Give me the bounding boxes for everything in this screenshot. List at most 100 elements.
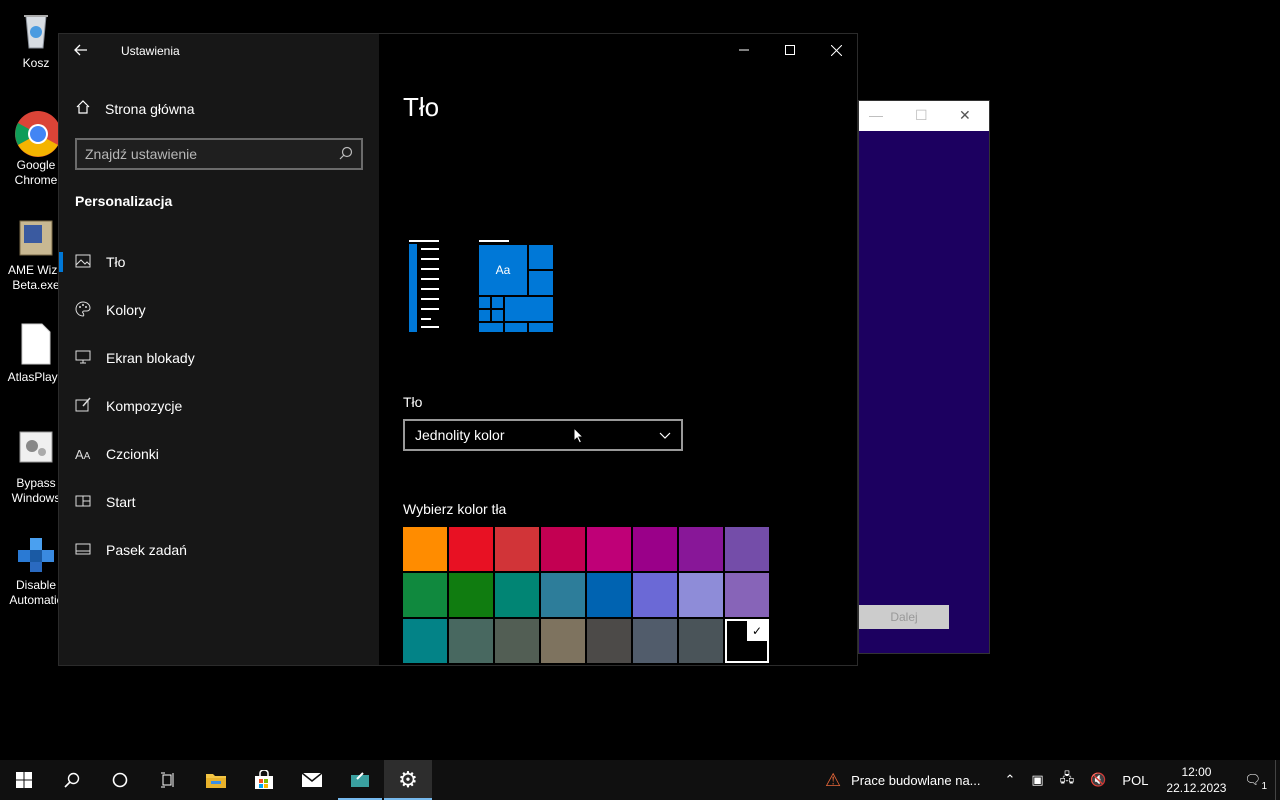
color-swatch[interactable] xyxy=(403,573,447,617)
file-explorer-button[interactable] xyxy=(192,760,240,800)
gear-icon: ⚙ xyxy=(398,767,418,792)
home-link[interactable]: Strona główna xyxy=(75,98,195,120)
color-swatch[interactable] xyxy=(541,619,585,663)
search-input[interactable] xyxy=(85,146,339,162)
brush-icon xyxy=(75,397,106,416)
news-text: Prace budowlane na... xyxy=(851,772,981,788)
volume-muted-icon[interactable]: 🔇 xyxy=(1090,772,1106,788)
image-icon xyxy=(75,254,106,271)
cortana-icon xyxy=(112,772,128,788)
sidebar: Ustawienia Strona główna Personalizacja xyxy=(59,34,379,665)
mail-icon xyxy=(301,772,323,787)
store-icon xyxy=(255,770,273,789)
sidebar-item-taskbar[interactable]: Pasek zadań xyxy=(59,526,379,574)
show-desktop-button[interactable] xyxy=(1275,760,1280,800)
store-button[interactable] xyxy=(240,760,288,800)
app-title: Ustawienia xyxy=(121,44,180,58)
search-icon xyxy=(64,772,80,788)
color-swatch[interactable] xyxy=(587,527,631,571)
section-title: Personalizacja xyxy=(75,193,173,209)
color-swatch[interactable] xyxy=(725,527,769,571)
color-swatch[interactable] xyxy=(725,573,769,617)
search-icon[interactable] xyxy=(339,146,353,163)
color-swatch[interactable] xyxy=(679,619,723,663)
news-widget[interactable]: ⚠ Prace budowlane na... xyxy=(825,770,981,791)
maximize-icon[interactable]: ☐ xyxy=(915,107,928,124)
chevron-down-icon xyxy=(659,427,671,443)
sidebar-item-fonts[interactable]: AA Czcionki xyxy=(59,430,379,478)
chevron-up-icon[interactable]: ⌃ xyxy=(1005,772,1016,788)
sidebar-item-colors[interactable]: Kolory xyxy=(59,286,379,334)
monitor-icon xyxy=(75,350,106,367)
color-swatch[interactable] xyxy=(495,573,539,617)
nav-list: Tło Kolory Ekran blokady Kompozycje AA C… xyxy=(59,238,379,574)
start-button[interactable] xyxy=(0,760,48,800)
color-swatch[interactable] xyxy=(633,619,677,663)
page-title: Tło xyxy=(403,92,440,122)
settings-window: Ustawienia Strona główna Personalizacja xyxy=(58,33,858,666)
settings-taskbar-button[interactable]: ⚙ xyxy=(384,760,432,800)
close-button[interactable] xyxy=(813,34,859,66)
color-swatch[interactable] xyxy=(633,573,677,617)
minimize-icon[interactable]: — xyxy=(869,107,883,123)
close-icon[interactable]: ✕ xyxy=(959,107,971,124)
maximize-button[interactable] xyxy=(767,34,813,66)
sidebar-item-label: Start xyxy=(106,494,136,510)
network-adapter-icon[interactable]: ▣ xyxy=(1031,772,1043,788)
clock[interactable]: 12:00 22.12.2023 xyxy=(1166,764,1226,796)
background-preview: Aa xyxy=(403,234,563,334)
mail-button[interactable] xyxy=(288,760,336,800)
background-dialog-titlebar: — ☐ ✕ xyxy=(859,101,989,131)
color-swatch[interactable] xyxy=(541,573,585,617)
sidebar-item-label: Kompozycje xyxy=(106,398,183,414)
sidebar-item-background[interactable]: Tło xyxy=(59,238,379,286)
sidebar-item-label: Kolory xyxy=(106,302,146,318)
ame-wizard-taskbar-button[interactable] xyxy=(336,760,384,800)
taskbar: ⚙ ⚠ Prace budowlane na... ⌃ ▣ 🖧 🔇 POL 12… xyxy=(0,760,1280,800)
preview-tile: Aa xyxy=(479,245,527,295)
minimize-button[interactable] xyxy=(721,34,767,66)
network-icon[interactable]: 🖧 xyxy=(1060,769,1075,791)
color-swatch[interactable] xyxy=(403,619,447,663)
sidebar-item-lock-screen[interactable]: Ekran blokady xyxy=(59,334,379,382)
clock-time: 12:00 xyxy=(1181,765,1212,779)
sidebar-item-themes[interactable]: Kompozycje xyxy=(59,382,379,430)
sidebar-item-start[interactable]: Start xyxy=(59,478,379,526)
font-icon: AA xyxy=(75,446,91,462)
language-indicator[interactable]: POL xyxy=(1122,773,1148,788)
sidebar-item-label: Ekran blokady xyxy=(106,350,195,366)
color-swatch[interactable] xyxy=(587,573,631,617)
cortana-button[interactable] xyxy=(96,760,144,800)
task-view-icon xyxy=(161,772,174,788)
ame-wizard-icon xyxy=(351,772,369,787)
next-button[interactable]: Dalej xyxy=(859,605,949,629)
notification-count: 1 xyxy=(1261,781,1267,792)
color-swatch[interactable] xyxy=(449,619,493,663)
color-swatch[interactable] xyxy=(449,527,493,571)
sidebar-item-label: Czcionki xyxy=(106,446,159,462)
color-swatch[interactable] xyxy=(495,619,539,663)
blocks-icon xyxy=(14,530,58,574)
recycle-bin-icon xyxy=(14,8,58,52)
color-swatch[interactable]: ✓ xyxy=(725,619,769,663)
search-box[interactable] xyxy=(75,138,363,170)
color-swatch[interactable] xyxy=(495,527,539,571)
search-button[interactable] xyxy=(48,760,96,800)
back-arrow-icon[interactable] xyxy=(73,42,97,62)
color-swatch[interactable] xyxy=(403,527,447,571)
file-icon xyxy=(14,322,58,366)
color-swatch[interactable] xyxy=(587,619,631,663)
sidebar-item-label: Tło xyxy=(106,254,126,270)
color-swatch[interactable] xyxy=(449,573,493,617)
start-icon xyxy=(75,494,106,510)
color-swatch[interactable] xyxy=(679,527,723,571)
color-swatch[interactable] xyxy=(541,527,585,571)
ame-wizard-icon xyxy=(14,215,58,259)
background-type-value: Jednolity kolor xyxy=(415,427,505,443)
background-type-dropdown[interactable]: Jednolity kolor xyxy=(403,419,683,451)
color-swatch[interactable] xyxy=(679,573,723,617)
notification-center-button[interactable]: 🗨 1 xyxy=(1244,772,1267,792)
color-swatch[interactable] xyxy=(633,527,677,571)
task-view-button[interactable] xyxy=(144,760,192,800)
desktop: Kosz Google Chrome AME Wiza Beta.exe Atl… xyxy=(0,0,1280,760)
